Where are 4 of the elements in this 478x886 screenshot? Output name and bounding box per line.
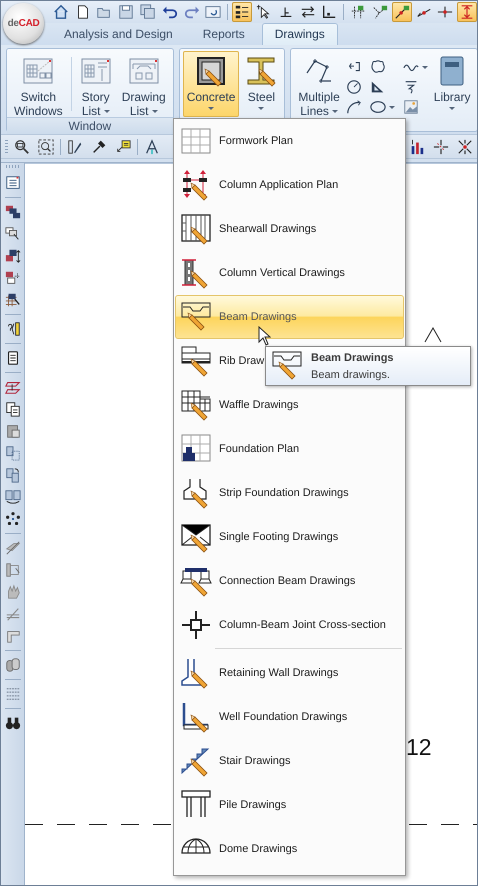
- group-label: Window: [68, 118, 112, 134]
- tooltip-title: Beam Drawings: [311, 352, 394, 364]
- tooltip-text: Beam drawings.: [311, 368, 391, 380]
- canvas-text: 12: [406, 734, 432, 761]
